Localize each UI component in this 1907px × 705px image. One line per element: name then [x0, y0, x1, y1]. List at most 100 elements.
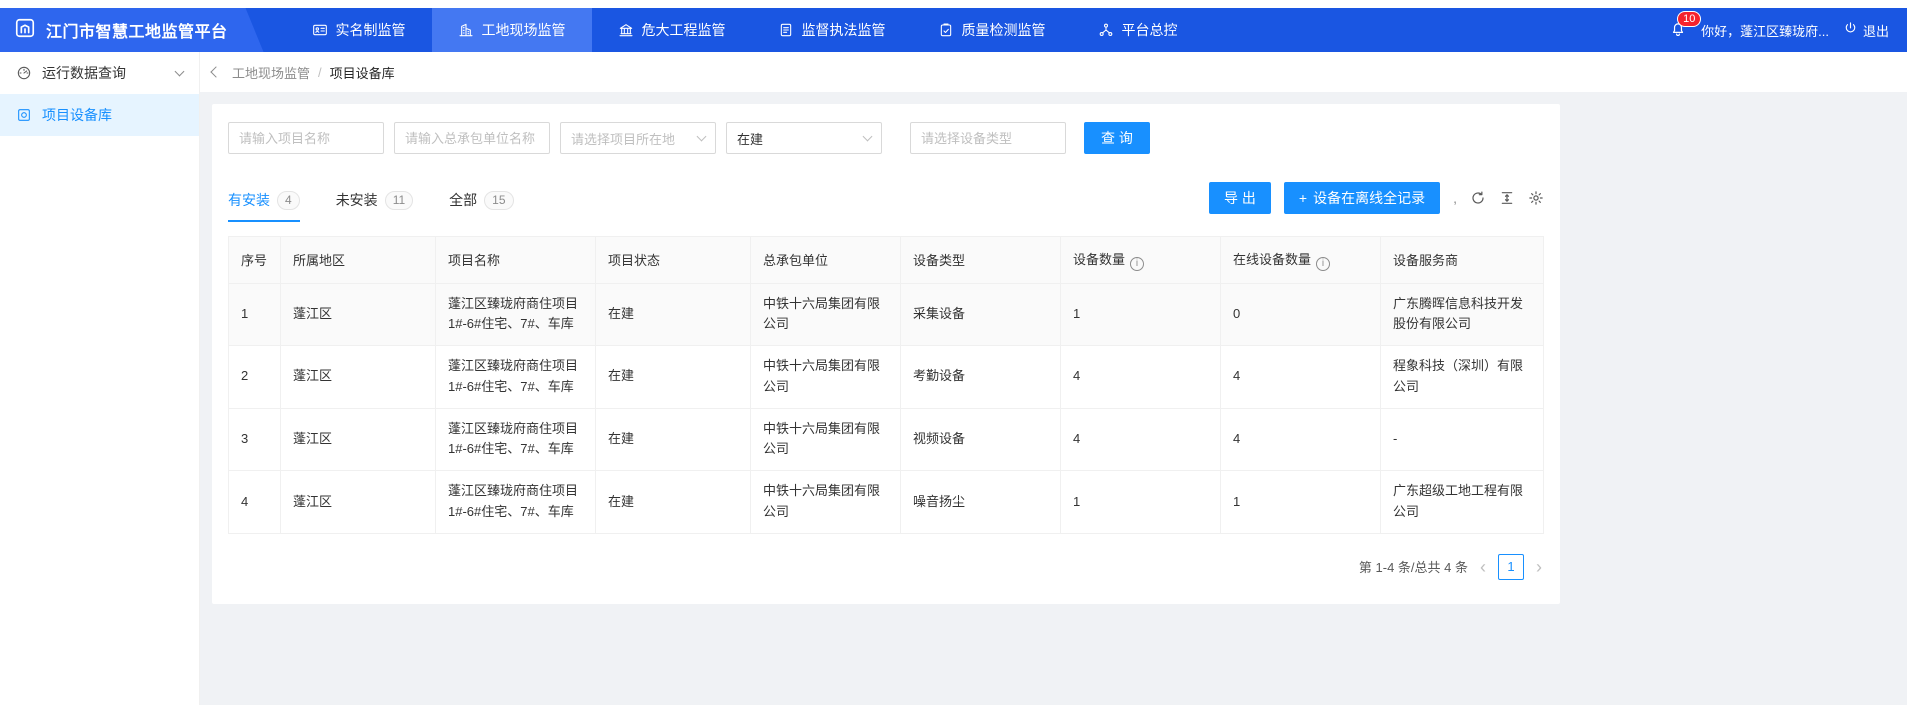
logo-area: 江门市智慧工地监管平台 — [0, 8, 264, 52]
filter-bar: 请选择项目所在地 在建 查 询 — [228, 122, 1544, 154]
topbar-right: 10 你好，蓬江区臻珑府... 退出 — [1669, 8, 1907, 52]
table-column-header: 所属地区 — [281, 237, 436, 284]
tab-installed[interactable]: 有安装 4 — [228, 190, 300, 222]
table-cell: - — [1381, 408, 1544, 471]
nav-item-major-hazard[interactable]: 危大工程监管 — [592, 8, 752, 52]
table-row: 3蓬江区蓬江区臻珑府商住项目1#-6#住宅、7#、车库在建中铁十六局集团有限公司… — [229, 408, 1544, 471]
device-library-icon — [16, 107, 32, 123]
table-column-header: 在线设备数量i — [1221, 237, 1381, 284]
bank-icon — [618, 22, 634, 38]
nav-item-site-monitoring[interactable]: 工地现场监管 — [432, 8, 592, 52]
nav-item-platform-control[interactable]: 平台总控 — [1072, 8, 1204, 52]
breadcrumb-parent[interactable]: 工地现场监管 — [232, 63, 310, 82]
nav-item-label: 平台总控 — [1122, 20, 1178, 40]
table-column-header: 设备类型 — [901, 237, 1061, 284]
export-button[interactable]: 导 出 — [1209, 182, 1271, 214]
tab-not-installed[interactable]: 未安装 11 — [336, 190, 413, 222]
info-circle-icon[interactable]: i — [1130, 257, 1144, 271]
user-greeting[interactable]: 你好，蓬江区臻珑府... — [1701, 21, 1829, 40]
table-cell: 4 — [1221, 346, 1381, 409]
column-height-icon[interactable] — [1499, 190, 1515, 206]
table-cell: 在建 — [596, 408, 751, 471]
select-value: 在建 — [737, 129, 763, 148]
logout-button[interactable]: 退出 — [1843, 21, 1889, 40]
nav-item-label: 工地现场监管 — [482, 20, 566, 40]
table-row: 4蓬江区蓬江区臻珑府商住项目1#-6#住宅、7#、车库在建中铁十六局集团有限公司… — [229, 471, 1544, 534]
page-number[interactable]: 1 — [1498, 554, 1524, 580]
info-circle-icon[interactable]: i — [1316, 257, 1330, 271]
table-cell: 程象科技（深圳）有限公司 — [1381, 346, 1544, 409]
quality-check-icon — [938, 22, 954, 38]
table-cell: 蓬江区臻珑府商住项目1#-6#住宅、7#、车库 — [436, 346, 596, 409]
next-page-icon[interactable]: › — [1534, 558, 1544, 576]
table-cell: 广东腾晖信息科技开发股份有限公司 — [1381, 283, 1544, 346]
table-header-row: 序号所属地区项目名称项目状态总承包单位设备类型设备数量i在线设备数量i设备服务商 — [229, 237, 1544, 284]
table-cell: 1 — [229, 283, 281, 346]
table-cell: 在建 — [596, 283, 751, 346]
nav-item-label: 危大工程监管 — [642, 20, 726, 40]
tab-all[interactable]: 全部 15 — [449, 190, 513, 222]
table-actions: 导 出 + 设备在离线全记录 , — [1209, 182, 1544, 222]
device-table: 序号所属地区项目名称项目状态总承包单位设备类型设备数量i在线设备数量i设备服务商… — [228, 236, 1544, 534]
table-body: 1蓬江区蓬江区臻珑府商住项目1#-6#住宅、7#、车库在建中铁十六局集团有限公司… — [229, 283, 1544, 533]
table-cell: 蓬江区 — [281, 471, 436, 534]
sidebar-group-run-data-query[interactable]: 运行数据查询 — [0, 52, 199, 94]
project-location-select[interactable]: 请选择项目所在地 — [560, 122, 716, 154]
actions-separator: , — [1453, 190, 1457, 206]
table-column-header: 设备服务商 — [1381, 237, 1544, 284]
nav-item-law-enforcement[interactable]: 监督执法监管 — [752, 8, 912, 52]
table-cell: 噪音扬尘 — [901, 471, 1061, 534]
table-cell: 1 — [1061, 283, 1221, 346]
tab-count-badge: 15 — [484, 191, 513, 210]
building-icon — [458, 22, 474, 38]
table-cell: 1 — [1061, 471, 1221, 534]
nav-item-quality-testing[interactable]: 质量检测监管 — [912, 8, 1072, 52]
table-cell: 中铁十六局集团有限公司 — [751, 283, 901, 346]
main-area: 工地现场监管 / 项目设备库 请选择项目所在地 在建 — [200, 52, 1907, 705]
project-status-select[interactable]: 在建 — [726, 122, 882, 154]
settings-gear-icon[interactable] — [1528, 190, 1544, 206]
top-navigation-bar: 江门市智慧工地监管平台 实名制监管 工地现场监管 危大工程监管 监督执法监管 — [0, 8, 1907, 52]
nav-item-realname[interactable]: 实名制监管 — [286, 8, 432, 52]
sidebar-item-device-library[interactable]: 项目设备库 — [0, 94, 199, 136]
select-placeholder: 请选择项目所在地 — [571, 129, 675, 148]
table-row: 1蓬江区蓬江区臻珑府商住项目1#-6#住宅、7#、车库在建中铁十六局集团有限公司… — [229, 283, 1544, 346]
column-label: 设备类型 — [913, 253, 965, 268]
table-cell: 0 — [1221, 283, 1381, 346]
table-cell: 在建 — [596, 471, 751, 534]
logout-label: 退出 — [1863, 21, 1889, 40]
prev-page-icon[interactable]: ‹ — [1478, 558, 1488, 576]
tab-count-badge: 11 — [385, 191, 413, 210]
table-cell: 蓬江区 — [281, 408, 436, 471]
breadcrumb: 工地现场监管 / 项目设备库 — [232, 63, 395, 82]
search-button[interactable]: 查 询 — [1084, 122, 1150, 154]
notification-bell[interactable]: 10 — [1669, 20, 1687, 41]
table-cell: 视频设备 — [901, 408, 1061, 471]
tab-label: 全部 — [449, 190, 477, 210]
browser-edge — [0, 0, 1907, 8]
pagination: 第 1-4 条/总共 4 条 ‹ 1 › — [228, 554, 1544, 580]
table-cell: 中铁十六局集团有限公司 — [751, 346, 901, 409]
table-toolbar: 有安装 4 未安装 11 全部 15 导 出 — [228, 182, 1544, 222]
refresh-icon[interactable] — [1470, 190, 1486, 206]
table-cell: 采集设备 — [901, 283, 1061, 346]
project-name-input[interactable] — [228, 122, 384, 154]
contractor-input[interactable] — [394, 122, 550, 154]
tab-count-badge: 4 — [277, 191, 300, 210]
table-cell: 4 — [1061, 408, 1221, 471]
sidebar-collapse-icon[interactable] — [210, 66, 221, 77]
breadcrumb-separator: / — [318, 65, 322, 80]
column-label: 设备数量 — [1073, 252, 1125, 267]
tabs: 有安装 4 未安装 11 全部 15 — [228, 190, 514, 222]
table-column-header: 设备数量 i — [1061, 237, 1221, 284]
table-cell: 蓬江区 — [281, 346, 436, 409]
device-online-offline-record-button[interactable]: + 设备在离线全记录 — [1284, 182, 1440, 214]
record-button-label: 设备在离线全记录 — [1313, 188, 1425, 208]
table-cell: 1 — [1221, 471, 1381, 534]
table-cell: 蓬江区臻珑府商住项目1#-6#住宅、7#、车库 — [436, 408, 596, 471]
table-cell: 蓬江区 — [281, 283, 436, 346]
tab-label: 未安装 — [336, 190, 378, 210]
plus-icon: + — [1299, 190, 1307, 206]
device-type-input[interactable] — [910, 122, 1066, 154]
table-cell: 中铁十六局集团有限公司 — [751, 471, 901, 534]
